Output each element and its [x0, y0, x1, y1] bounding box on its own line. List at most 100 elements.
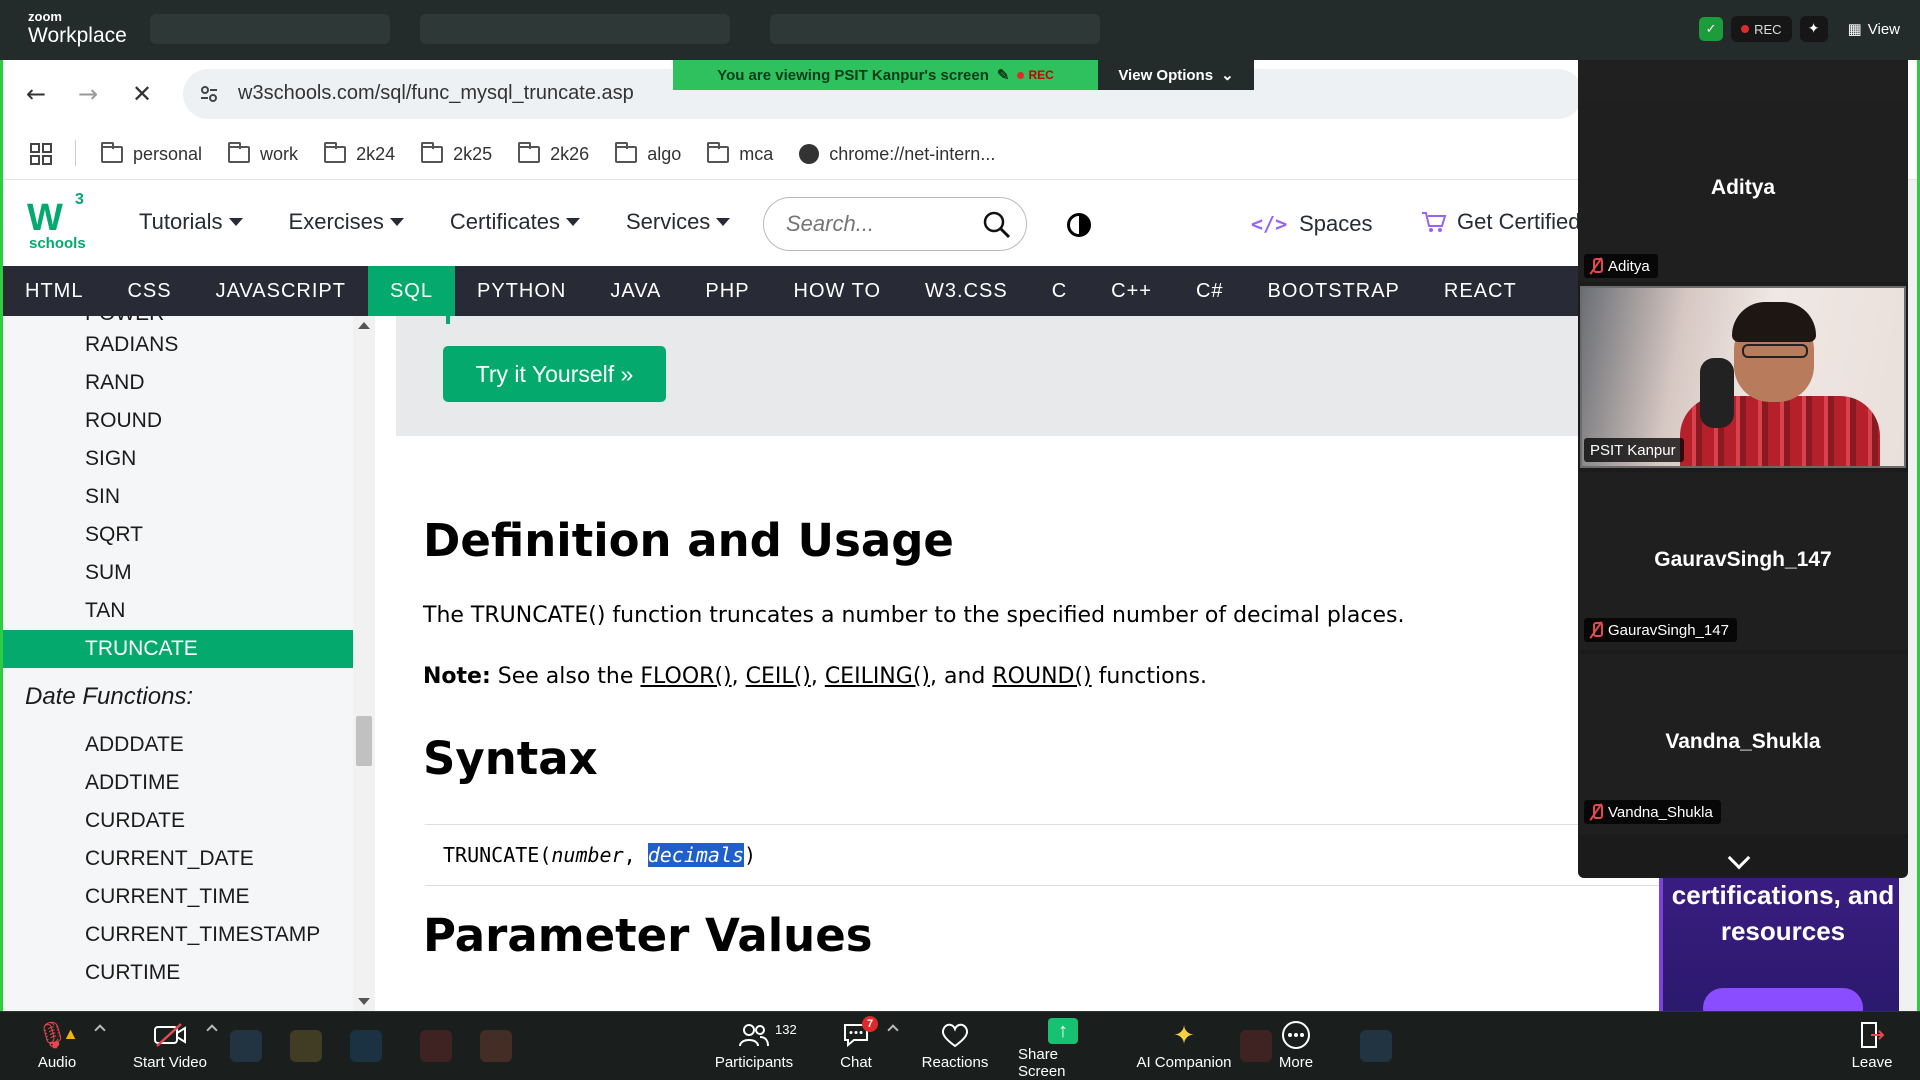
parameter-values-heading: Parameter Values — [423, 909, 873, 962]
more-button[interactable]: More — [1274, 1018, 1318, 1076]
leave-button[interactable]: Leave — [1852, 1018, 1892, 1076]
topnav-tab[interactable]: JAVASCRIPT — [194, 266, 368, 316]
try-it-yourself-button[interactable]: Try it Yourself » — [443, 346, 666, 402]
url-text[interactable]: w3schools.com/sql/func_mysql_truncate.as… — [238, 82, 634, 105]
round-link[interactable]: ROUND() — [992, 664, 1091, 689]
search-input[interactable] — [786, 210, 976, 238]
scroll-down-arrow-icon[interactable] — [358, 998, 370, 1005]
topnav-tab[interactable]: SQL — [367, 266, 455, 316]
chat-button[interactable]: 7 Chat — [836, 1016, 878, 1076]
menu-exercises[interactable]: Exercises — [289, 209, 404, 235]
spaces-link[interactable]: </> Spaces — [1251, 211, 1373, 237]
sidebar-item[interactable]: POWER — [3, 316, 353, 326]
w3schools-logo[interactable]: W 3 schools — [25, 191, 95, 255]
topnav-tab[interactable]: CSS — [105, 266, 193, 316]
bookmark-item[interactable]: work — [228, 141, 298, 165]
sidebar-item[interactable]: TAN — [3, 592, 353, 630]
dark-mode-toggle-icon[interactable] — [1067, 213, 1091, 237]
apps-grid-icon[interactable] — [29, 142, 53, 166]
chat-options-caret-icon[interactable] — [887, 1024, 899, 1036]
sidebar-scrollbar[interactable] — [353, 316, 375, 1011]
topnav-tab[interactable]: PYTHON — [455, 266, 588, 316]
menu-tutorials[interactable]: Tutorials — [139, 209, 243, 235]
sidebar-item[interactable]: CURTIME — [3, 954, 353, 992]
sidebar-item[interactable]: RAND — [3, 364, 353, 402]
sidebar-item[interactable]: CURRENT_TIME — [3, 878, 353, 916]
bookmark-item[interactable]: 2k24 — [324, 141, 395, 165]
bookmark-item[interactable]: 2k26 — [518, 141, 589, 165]
get-certified-link[interactable]: Get Certified — [1421, 209, 1581, 235]
topnav-tab[interactable]: C++ — [1089, 266, 1174, 316]
participant-tile-gaurav[interactable]: GauravSingh_147 GauravSingh_147 — [1578, 472, 1908, 650]
topnav-tab[interactable]: BOOTSTRAP — [1246, 266, 1422, 316]
chevron-down-icon[interactable] — [1727, 846, 1751, 870]
topnav-tab[interactable]: REACT — [1422, 266, 1539, 316]
topnav-tab[interactable]: C — [1030, 266, 1089, 316]
stop-loading-icon[interactable]: ✕ — [122, 74, 162, 114]
back-arrow-icon[interactable]: ← — [16, 74, 56, 114]
ai-companion-button[interactable]: ✦ AI Companion — [1134, 1018, 1234, 1076]
sidebar-item[interactable]: ADDDATE — [3, 726, 353, 764]
audio-options-caret-icon[interactable] — [94, 1024, 106, 1036]
promo-button[interactable] — [1703, 988, 1863, 1011]
topnav-tab[interactable]: PHP — [683, 266, 771, 316]
recording-indicator[interactable]: REC — [1731, 16, 1792, 42]
site-settings-icon[interactable] — [197, 82, 221, 106]
topnav-tab[interactable]: HTML — [3, 266, 105, 316]
participant-video-psit-kanpur[interactable]: PSIT Kanpur — [1580, 286, 1906, 468]
sidebar-item[interactable]: SIGN — [3, 440, 353, 478]
bookmark-item[interactable]: algo — [615, 141, 681, 165]
audio-button[interactable]: 🎙 ▲ Audio — [34, 1018, 80, 1076]
ai-sparkle-icon[interactable]: ✦ — [1799, 16, 1828, 42]
menu-label: Tutorials — [139, 209, 223, 234]
ai-sparkle-icon: ✦ — [1173, 1020, 1195, 1050]
view-button[interactable]: ▦ View — [1848, 20, 1900, 39]
topnav-tab[interactable]: W3.CSS — [903, 266, 1030, 316]
floor-link[interactable]: FLOOR() — [640, 664, 731, 689]
record-dot-icon — [1017, 71, 1025, 79]
participant-tile-aditya[interactable]: Aditya Aditya — [1578, 102, 1908, 282]
sidebar-item[interactable]: SUM — [3, 554, 353, 592]
bookmark-item[interactable]: mca — [707, 141, 773, 165]
search-icon[interactable] — [982, 210, 1012, 240]
syntax-code-block[interactable]: TRUNCATE(number, decimals) — [423, 824, 1683, 886]
zoom-top-right: ✓ REC ✦ ▦ View — [1699, 16, 1900, 42]
forward-arrow-icon[interactable]: → — [68, 74, 108, 114]
bookmark-item[interactable]: 2k25 — [421, 141, 492, 165]
topnav-tab[interactable]: C# — [1174, 266, 1246, 316]
ceil-link[interactable]: CEIL() — [746, 664, 811, 689]
sidebar-item[interactable]: ROUND — [3, 402, 353, 440]
sidebar-item[interactable]: CURRENT_DATE — [3, 840, 353, 878]
reactions-button[interactable]: Reactions — [918, 1018, 992, 1076]
sidebar-item[interactable]: SIN — [3, 478, 353, 516]
security-shield-icon[interactable]: ✓ — [1699, 17, 1724, 41]
search-box[interactable] — [763, 197, 1027, 251]
participants-button[interactable]: 132 Participants — [712, 1018, 797, 1076]
menu-services[interactable]: Services — [626, 209, 731, 235]
sidebar-item[interactable]: CURRENT_TIMESTAMP — [3, 916, 353, 954]
zoom-top-bar: zoom Workplace ✓ REC ✦ ▦ View — [0, 0, 1920, 60]
sidebar-item[interactable]: RADIANS — [3, 326, 353, 364]
sidebar-item[interactable]: SQRT — [3, 516, 353, 554]
scrollbar-thumb[interactable] — [356, 716, 372, 766]
sidebar-item[interactable]: TRUNCATE — [3, 630, 353, 668]
video-off-icon — [153, 1018, 187, 1052]
scroll-up-arrow-icon[interactable] — [358, 322, 370, 329]
sidebar-item[interactable]: ADDTIME — [3, 764, 353, 802]
note-sep: , — [731, 664, 746, 689]
speaker-hair — [1732, 302, 1816, 342]
folder-icon — [324, 141, 347, 163]
participant-tile-vandna[interactable]: Vandna_Shukla Vandna_Shukla — [1578, 654, 1908, 834]
start-video-button[interactable]: Start Video — [128, 1018, 212, 1076]
participant-name: GauravSingh_147 — [1654, 548, 1832, 571]
view-options-button[interactable]: View Options ⌄ — [1098, 60, 1254, 90]
menu-certificates[interactable]: Certificates — [450, 209, 580, 235]
sidebar-item[interactable]: CURDATE — [3, 802, 353, 840]
bookmark-item[interactable]: personal — [101, 141, 202, 165]
bookmark-item[interactable]: chrome://net-intern... — [799, 144, 995, 165]
share-screen-button[interactable]: ↑ Share Screen — [1018, 1018, 1108, 1080]
chevron-down-icon: ⌄ — [1221, 67, 1234, 84]
topnav-tab[interactable]: JAVA — [588, 266, 683, 316]
ceiling-link[interactable]: CEILING() — [825, 664, 930, 689]
topnav-tab[interactable]: HOW TO — [772, 266, 903, 316]
